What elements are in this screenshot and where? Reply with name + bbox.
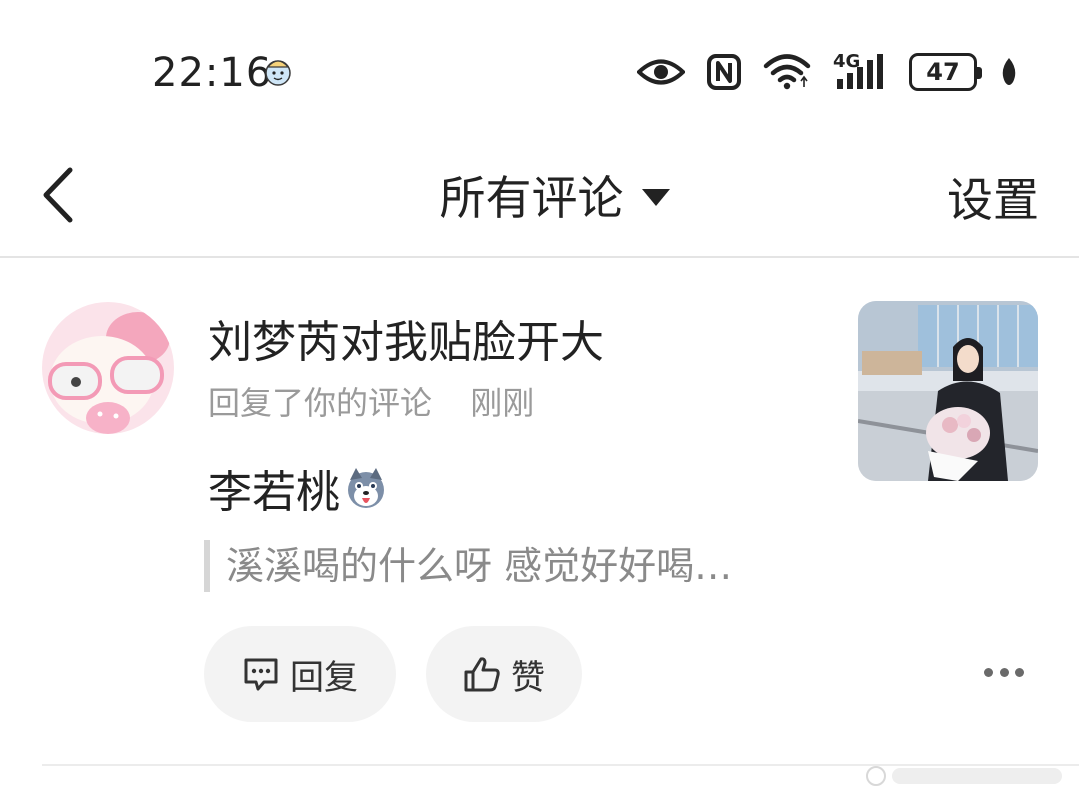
eye-icon <box>637 59 685 85</box>
reply-label: 回复 <box>290 657 358 698</box>
more-options-icon[interactable] <box>984 664 1024 680</box>
status-bar: 22:16 4G 47 <box>0 0 1079 140</box>
status-icons: 4G 47 <box>637 50 1019 94</box>
comment-text: 李若桃 <box>208 467 340 518</box>
watermark-icon <box>866 766 1062 786</box>
comment-meta: 回复了你的评论 刚刚 <box>208 378 534 424</box>
comment-username[interactable]: 刘梦芮对我贴脸开大 <box>208 306 604 370</box>
battery-icon: 47 <box>909 53 982 91</box>
wifi-icon <box>763 54 811 90</box>
leaf-icon <box>1002 58 1016 85</box>
like-button[interactable]: 赞 <box>426 626 582 722</box>
nfc-icon <box>707 54 741 90</box>
comment-filter[interactable]: 所有评论 <box>0 162 1079 228</box>
comment-action: 回复了你的评论 <box>208 384 433 422</box>
comment-time: 刚刚 <box>470 384 535 422</box>
signal-icon: 4G <box>833 51 887 91</box>
settings-button[interactable]: 设置 <box>947 164 1039 230</box>
quoted-comment[interactable]: 溪溪喝的什么呀 感觉好好喝… <box>204 540 732 592</box>
nav-header: 所有评论 设置 <box>0 140 1079 258</box>
avatar-icon <box>265 60 291 86</box>
comment-text-row: 李若桃 <box>208 456 388 520</box>
comment-card: 刘梦芮对我贴脸开大 回复了你的评论 刚刚 李若桃 溪溪喝的什么呀 感觉好好喝… <box>0 260 1079 766</box>
thumbs-up-icon <box>464 657 500 692</box>
page-title: 所有评论 <box>439 171 624 225</box>
post-thumbnail[interactable] <box>858 301 1038 481</box>
reply-button[interactable]: 回复 <box>204 626 396 722</box>
status-time: 22:16 <box>152 50 273 96</box>
husky-emoji-icon <box>348 468 384 508</box>
battery-level: 47 <box>926 58 960 86</box>
like-label: 赞 <box>511 657 545 698</box>
avatar[interactable] <box>42 302 174 434</box>
caret-down-icon <box>641 188 670 206</box>
comment-icon <box>244 658 278 691</box>
